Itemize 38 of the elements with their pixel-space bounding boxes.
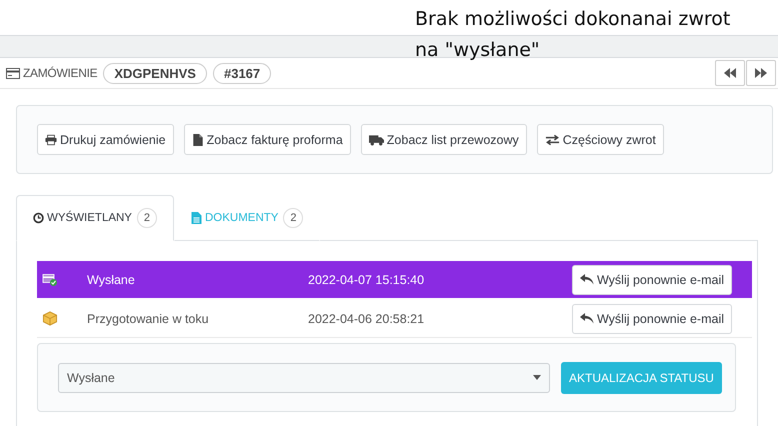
rewind-icon (724, 68, 736, 78)
status-date: 2022-04-07 15:15:40 (308, 272, 426, 286)
resend-email-button[interactable]: Wyślij ponownie e-mail (572, 304, 732, 334)
next-button[interactable] (746, 60, 776, 86)
truck-icon (368, 134, 384, 146)
document-icon (190, 212, 202, 224)
status-select[interactable]: Wysłane (58, 362, 550, 392)
count-badge: 2 (283, 208, 304, 228)
tab-label: DOKUMENTY (204, 212, 278, 224)
action-button[interactable]: Drukuj zamówienie (37, 124, 174, 155)
tab[interactable]: DOKUMENTY 2 (174, 195, 320, 241)
shipping-icon (42, 272, 58, 287)
action-button[interactable]: Zobacz fakturę proforma (184, 124, 351, 155)
action-button[interactable]: Zobacz list przewozowy (360, 124, 527, 155)
credit-card-icon (6, 68, 20, 78)
order-badge: XDGPENHVS (103, 62, 207, 84)
status-date: 2022-04-06 20:58:21 (308, 312, 426, 326)
order-label: ZAMÓWIENIE (23, 66, 98, 80)
annotation-text: na "wysłane" (415, 38, 540, 63)
box-icon (42, 311, 58, 326)
dropdown-caret-icon (533, 375, 541, 380)
tab[interactable]: WYŚWIETLANY 2 (16, 195, 174, 241)
printer-icon (45, 134, 57, 146)
file-icon (192, 134, 204, 146)
count-badge: 2 (136, 208, 157, 228)
annotation-text: Brak możliwości dokonanai zwrot (415, 7, 730, 32)
reply-icon (580, 274, 594, 285)
status-name: Przygotowanie w toku (87, 312, 210, 326)
action-button[interactable]: Częściowy zwrot (536, 124, 664, 155)
reply-icon (580, 313, 594, 324)
status-name: Wysłane (87, 272, 136, 286)
fast-forward-icon (755, 68, 767, 78)
clock-icon (33, 212, 44, 224)
previous-button[interactable] (715, 60, 745, 86)
tab-label: WYŚWIETLANY (47, 212, 132, 224)
exchange-icon (544, 134, 560, 146)
order-badge: #3167 (212, 62, 272, 84)
resend-email-button[interactable]: Wyślij ponownie e-mail (572, 264, 732, 294)
